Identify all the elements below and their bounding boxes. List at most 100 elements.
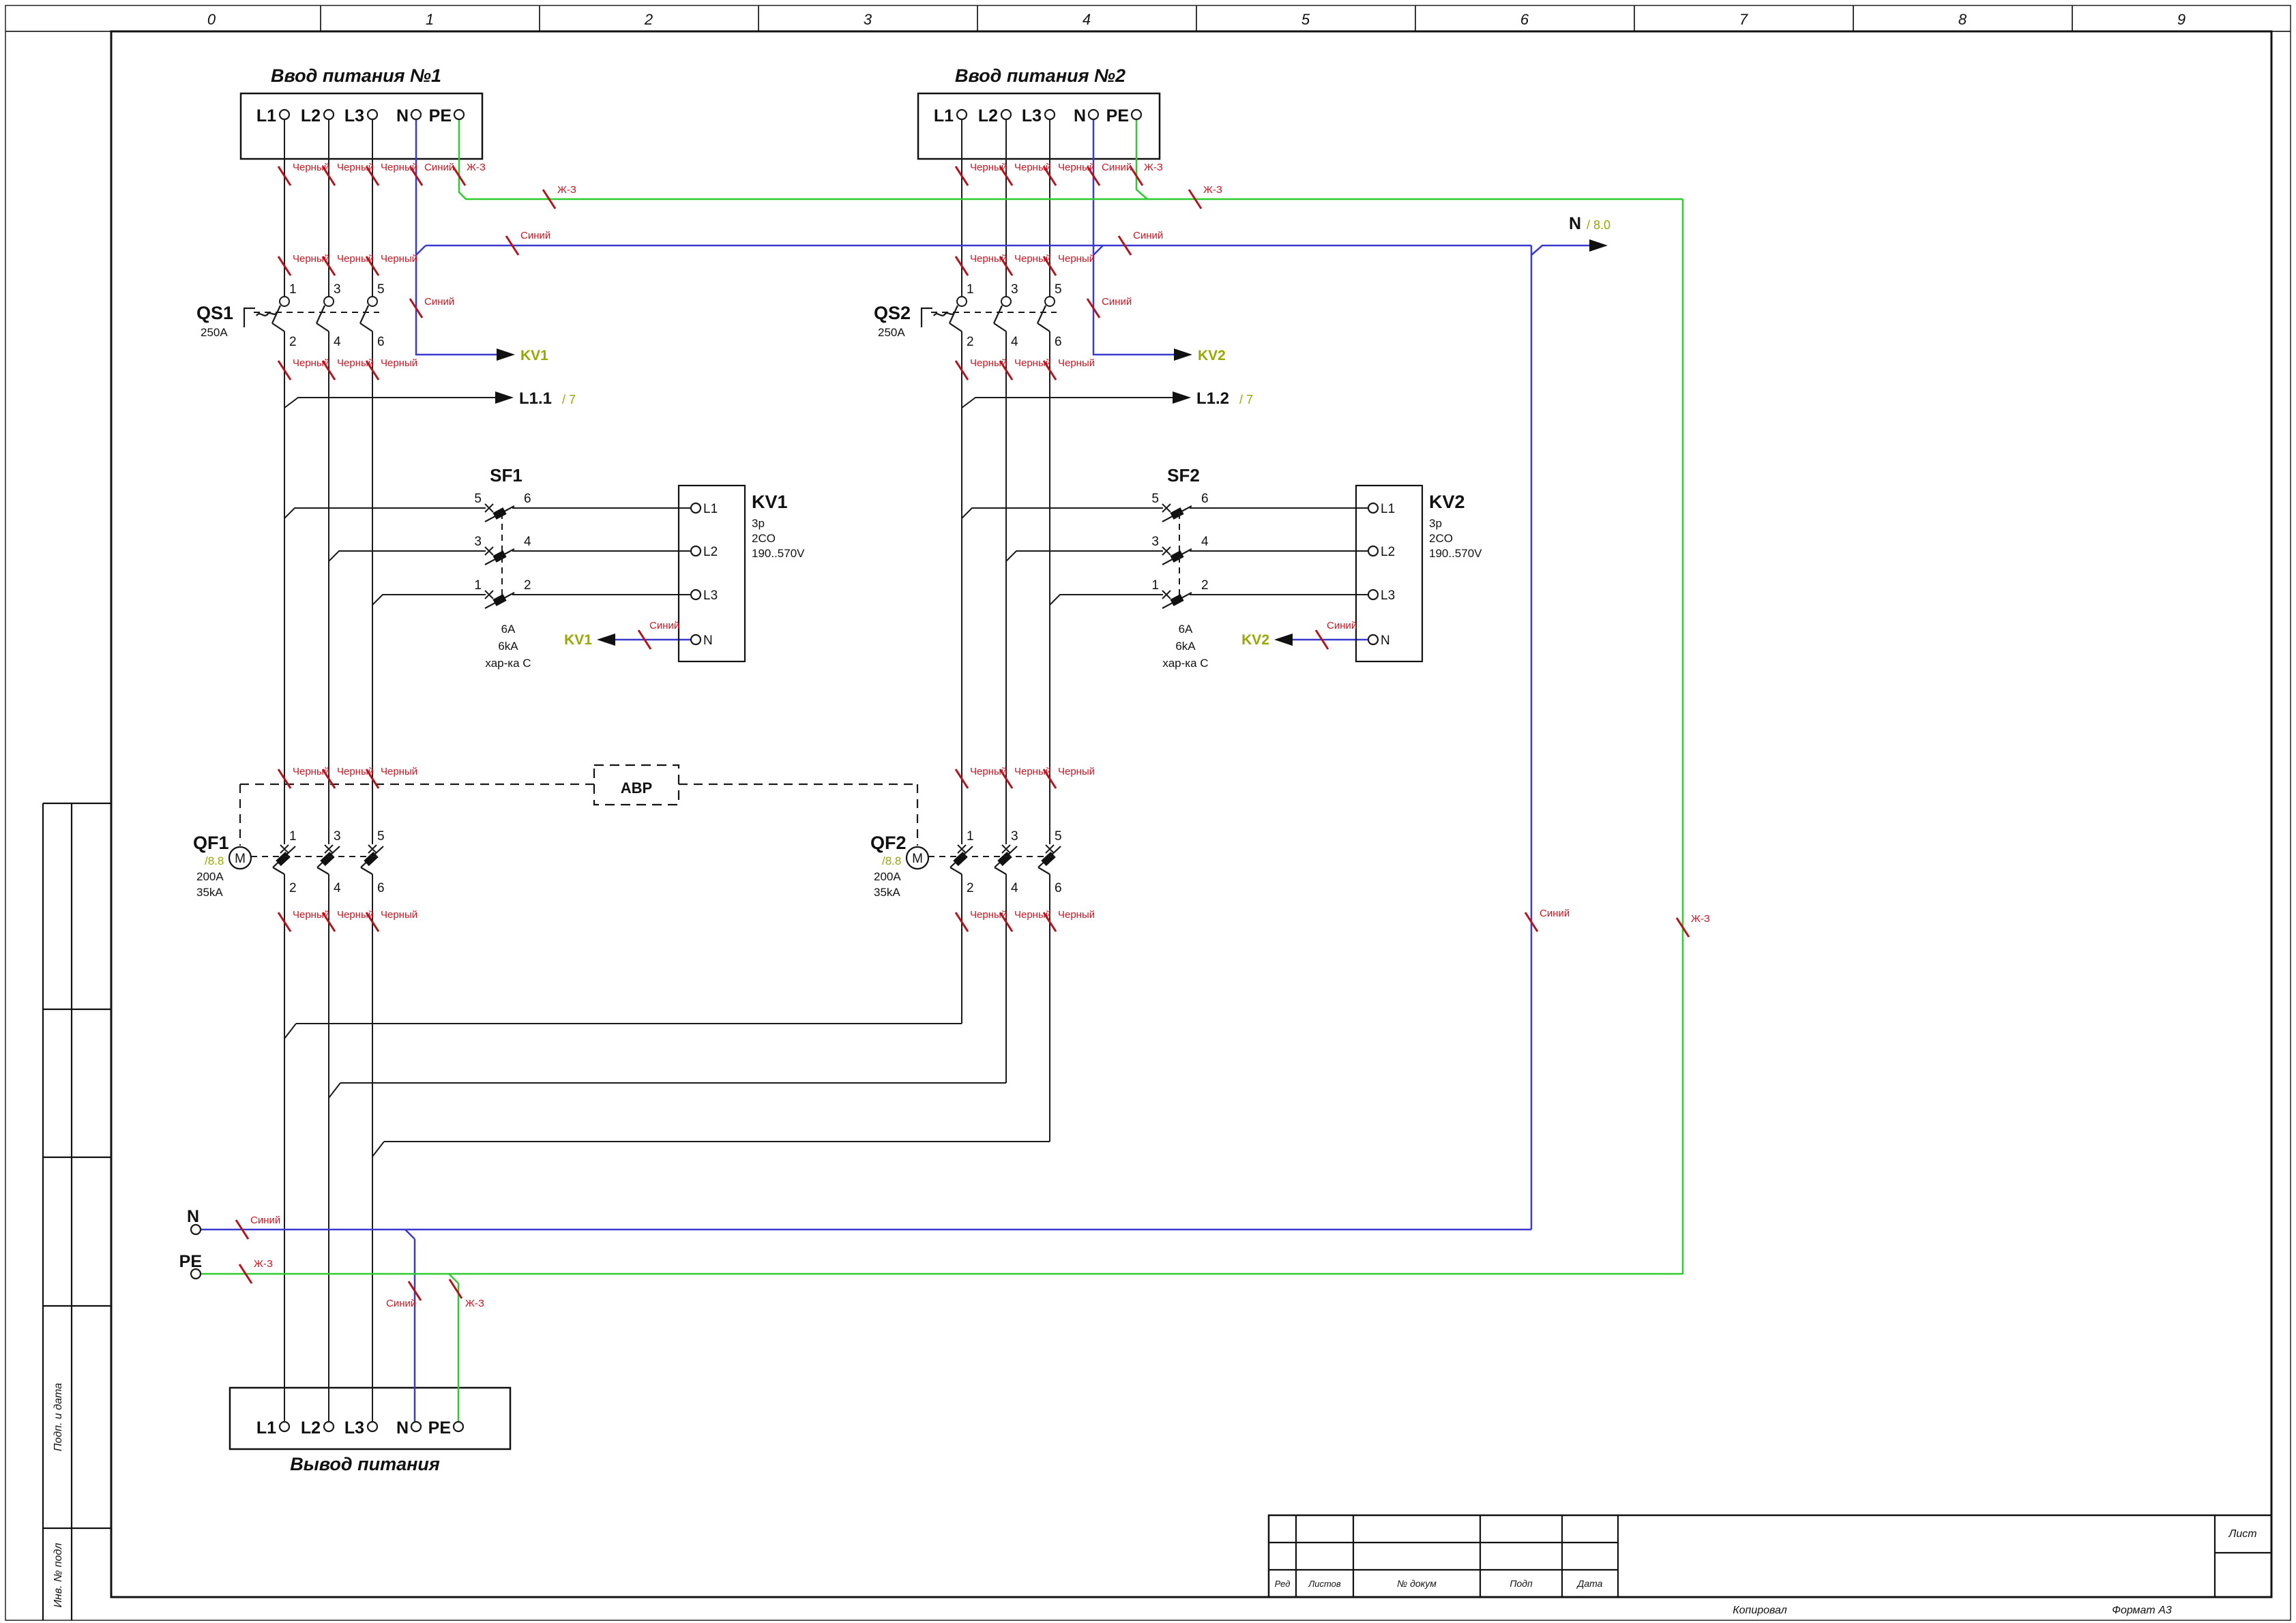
pole-number: 4	[1201, 535, 1209, 549]
kv-terminal-label: L2	[1381, 545, 1395, 559]
terminal-label: PE	[429, 106, 452, 125]
terminal-label: L3	[1022, 106, 1042, 125]
wire-color-labels: Черный Черный Черный Синий Ж-З Черный Че…	[250, 162, 1710, 1309]
qf1-current: 200A	[196, 870, 224, 883]
wire-color-label: Черный	[293, 909, 329, 921]
wire-color-label: Синий	[1102, 162, 1132, 173]
terminal-label: PE	[1106, 106, 1129, 125]
avr-control-dashed	[240, 784, 917, 846]
pole-number: 6	[1055, 881, 1062, 895]
wire-color-label: Синий	[1540, 908, 1570, 919]
kv2-ref-label: KV2	[1198, 348, 1226, 363]
wire-color-label: Синий	[424, 162, 454, 173]
format-label: Формат А3	[2112, 1605, 2172, 1616]
rev-col-label: № докум	[1397, 1578, 1437, 1589]
kv2-coil-arrow	[1274, 634, 1293, 646]
pole-number: 4	[334, 881, 341, 895]
sf1-label: SF1	[490, 465, 523, 486]
wire-color-label: Черный	[1014, 357, 1051, 369]
wire-color-label: Черный	[1014, 909, 1051, 921]
wire-color-label: Черный	[970, 766, 1007, 777]
ruler-number: 6	[1520, 11, 1529, 28]
kv2-poles: 3p	[1429, 517, 1442, 530]
kv1-ref-label: KV1	[520, 348, 548, 363]
qf2-motor-label: M	[912, 852, 923, 866]
input2-box: Ввод питания №2 L1 L2 L3 N PE	[918, 65, 1160, 159]
kv2-label: KV2	[1429, 492, 1465, 512]
n-bus-label: N	[187, 1207, 199, 1226]
wire-color-label: Черный	[337, 357, 374, 369]
pole-number: 6	[377, 881, 385, 895]
qs2-label: QS2	[874, 303, 911, 323]
wire-color-label: Черный	[337, 253, 374, 265]
kv2-voltage: 190..570V	[1429, 547, 1482, 560]
wire-color-label: Черный	[970, 357, 1007, 369]
wire-color-label: Черный	[337, 766, 374, 777]
ruler-lines	[5, 5, 2291, 31]
phase-wires-black	[284, 119, 1368, 1422]
kv-terminal-label: N	[703, 634, 713, 648]
pole-number: 4	[1011, 881, 1018, 895]
input1-border	[241, 93, 482, 159]
avr-label: АВР	[621, 779, 652, 796]
ruler-number: 1	[426, 11, 434, 28]
input2-border	[918, 93, 1160, 159]
sidebar-boxes	[43, 803, 111, 1620]
wire-color-label: Синий	[520, 230, 550, 241]
pole-number: 1	[474, 578, 482, 593]
wire-color-label: Черный	[1058, 253, 1095, 265]
n-ref-label: N	[1569, 214, 1581, 233]
terminal-label: N	[1074, 106, 1086, 125]
wire-color-label: Черный	[381, 162, 417, 173]
sf1-curve: хар-ка C	[485, 657, 531, 670]
pole-number: 1	[967, 282, 974, 297]
copied-label: Копировал	[1733, 1605, 1787, 1616]
pole-number: 1	[289, 282, 297, 297]
kv-terminal-label: L1	[703, 502, 718, 516]
wire-color-label: Черный	[970, 909, 1007, 921]
rev-col-label: Листов	[1308, 1579, 1341, 1589]
terminal-label: L2	[301, 1418, 321, 1438]
pole-number: 2	[524, 578, 531, 593]
title-block: Ред Листов № докум Подп Дата Лист Копиро…	[1269, 1515, 2271, 1616]
pole-number: 2	[289, 881, 297, 895]
ruler-number: 4	[1083, 11, 1091, 28]
ruler-number: 3	[864, 11, 872, 28]
pole-number: 2	[967, 335, 974, 349]
qs1-switch: QS1 250A	[196, 303, 233, 339]
output-title: Вывод питания	[290, 1454, 440, 1474]
sidebar-sign-date-label: Подп. и дата	[53, 1383, 64, 1451]
n-sheet-label: / 8.0	[1587, 218, 1610, 232]
sf-contact-bars	[495, 511, 1182, 603]
pole-number: 5	[474, 492, 482, 506]
l12-sheet-label: / 7	[1239, 393, 1253, 406]
wire-color-label: Синий	[1133, 230, 1163, 241]
wire-color-label: Ж-З	[467, 162, 486, 173]
pole-number: 5	[1055, 282, 1062, 297]
wire-color-label: Черный	[293, 357, 329, 369]
qf1-motor-label: M	[235, 852, 246, 866]
rev-col-label: Дата	[1576, 1578, 1603, 1589]
pole-number: 3	[334, 829, 341, 844]
wire-color-label: Ж-З	[465, 1298, 484, 1309]
wire-color-label: Ж-З	[254, 1258, 273, 1270]
kv1-arrow	[497, 348, 515, 361]
pole-number: 3	[474, 535, 482, 549]
terminal-label: L2	[978, 106, 998, 125]
ruler-number: 5	[1301, 11, 1310, 28]
ruler-number: 0	[207, 11, 216, 28]
ruler-number: 7	[1739, 11, 1748, 28]
pole-number: 1	[967, 829, 974, 844]
pole-number: 1	[1151, 578, 1159, 593]
qf2-sheet-ref: /8.8	[882, 854, 901, 867]
kv1-voltage: 190..570V	[752, 547, 805, 560]
pole-number: 5	[377, 829, 385, 844]
pole-number: 6	[1201, 492, 1209, 506]
wire-color-label: Синий	[386, 1298, 416, 1309]
pole-number: 2	[967, 881, 974, 895]
wire-color-label: Черный	[381, 909, 417, 921]
l11-arrow	[495, 391, 514, 404]
qf2-current: 200A	[874, 870, 901, 883]
sf1-current: 6A	[501, 623, 516, 636]
pole-number: 6	[1055, 335, 1062, 349]
